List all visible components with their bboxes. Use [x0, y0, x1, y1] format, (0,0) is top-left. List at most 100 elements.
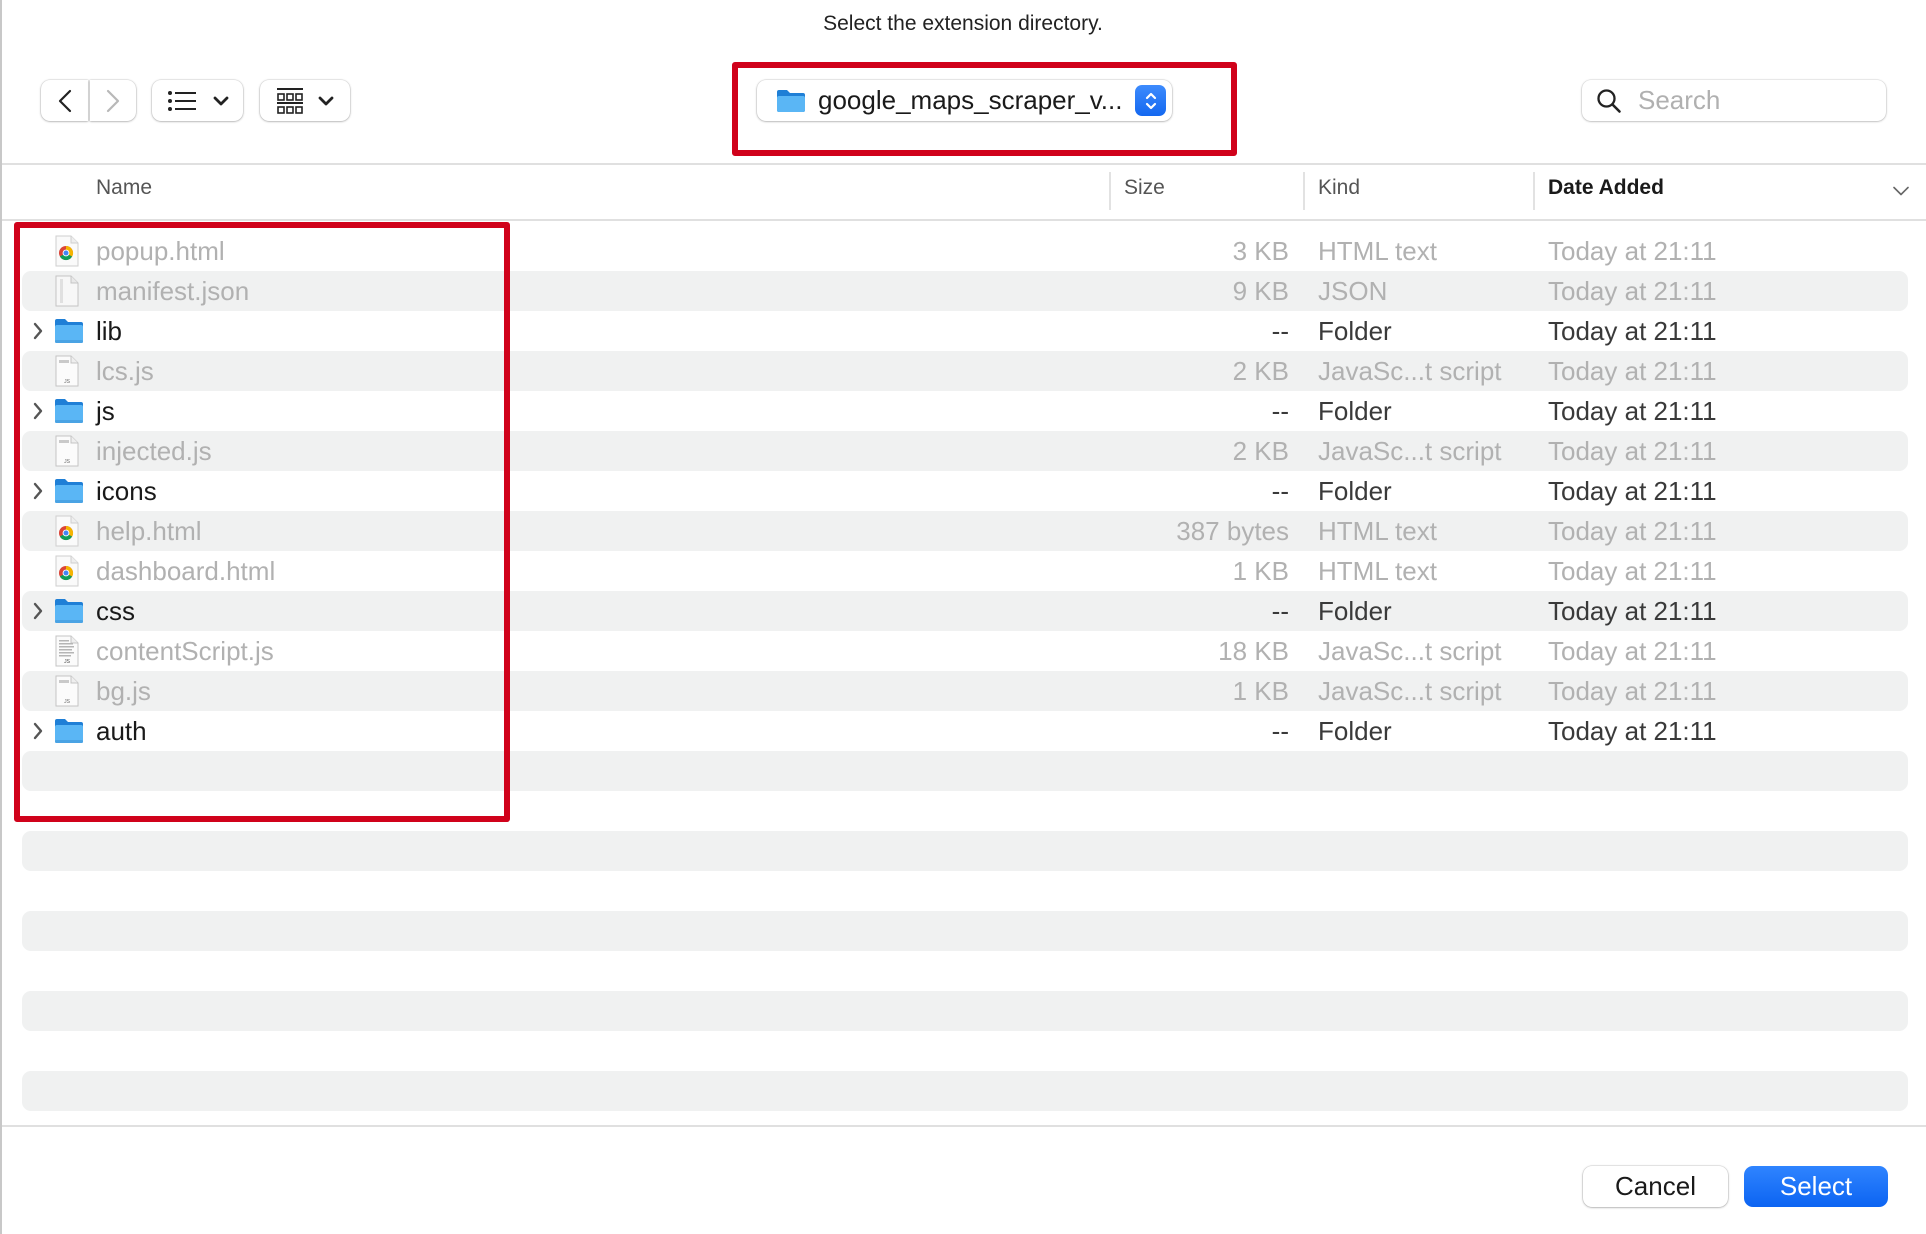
location-popup[interactable]: google_maps_scraper_v...	[757, 80, 1172, 121]
search-input[interactable]	[1636, 84, 1870, 117]
file-name: js	[96, 396, 115, 426]
js-file-icon: JS	[54, 351, 84, 391]
column-header-size[interactable]: Size	[1124, 176, 1165, 200]
disclosure-chevron-icon[interactable]	[32, 591, 50, 631]
empty-row	[22, 831, 1908, 871]
folder-row[interactable]: auth -- Folder Today at 21:11	[22, 711, 1908, 751]
file-date-added: Today at 21:11	[1548, 516, 1717, 546]
column-header-kind[interactable]: Kind	[1318, 176, 1360, 200]
file-date-added: Today at 21:11	[1548, 596, 1717, 626]
popup-stepper-icon	[1135, 85, 1166, 116]
file-row[interactable]: help.html 387 bytes HTML text Today at 21:1…	[22, 511, 1908, 551]
folder-icon	[54, 591, 84, 631]
file-size: 3 KB	[1232, 236, 1289, 266]
search-icon	[1597, 88, 1621, 113]
file-name: help.html	[96, 516, 202, 546]
forward-button[interactable]	[90, 80, 136, 121]
file-date-added: Today at 21:11	[1548, 316, 1717, 346]
file-kind: HTML text	[1318, 236, 1437, 266]
empty-row	[22, 951, 1908, 991]
file-size: 18 KB	[1218, 636, 1289, 666]
folder-row[interactable]: css -- Folder Today at 21:11	[22, 591, 1908, 631]
file-name: injected.js	[96, 436, 212, 466]
file-name: dashboard.html	[96, 556, 276, 586]
folder-icon	[54, 391, 84, 431]
file-kind: Folder	[1318, 596, 1392, 626]
location-label: google_maps_scraper_v...	[818, 85, 1123, 115]
file-row[interactable]: dashboard.html 1 KB HTML text Today at 21:1…	[22, 551, 1908, 591]
chrome-html-file-icon	[54, 551, 84, 591]
file-date-added: Today at 21:11	[1548, 356, 1717, 386]
disclosure-chevron-icon[interactable]	[32, 391, 50, 431]
folder-row[interactable]: js -- Folder Today at 21:11	[22, 391, 1908, 431]
file-date-added: Today at 21:11	[1548, 716, 1717, 746]
file-date-added: Today at 21:11	[1548, 636, 1717, 666]
json-file-icon	[54, 271, 84, 311]
svg-text:JS: JS	[64, 459, 71, 465]
file-name: lcs.js	[96, 356, 154, 386]
group-button[interactable]	[260, 80, 350, 121]
file-row[interactable]: JS bg.js 1 KB JavaSc...t script Today at 21:…	[22, 671, 1908, 711]
file-row[interactable]: manifest.json 9 KB JSON Today at 21:11	[22, 271, 1908, 311]
file-size: 387 bytes	[1176, 516, 1289, 546]
file-size: --	[1271, 396, 1289, 426]
file-name: auth	[96, 716, 147, 746]
svg-text:JS: JS	[64, 699, 71, 705]
folder-row[interactable]: lib -- Folder Today at 21:11	[22, 311, 1908, 351]
chrome-html-file-icon	[54, 511, 84, 551]
sort-descending-icon[interactable]	[1893, 186, 1909, 196]
column-separator[interactable]	[1303, 172, 1305, 210]
view-mode-button[interactable]	[152, 80, 243, 121]
file-date-added: Today at 21:11	[1548, 436, 1717, 466]
file-kind: Folder	[1318, 316, 1392, 346]
file-size: --	[1271, 596, 1289, 626]
column-separator[interactable]	[1533, 172, 1535, 210]
search-field[interactable]	[1582, 80, 1886, 121]
file-row[interactable]: JS lcs.js 2 KB JavaSc...t script Today at 21…	[22, 351, 1908, 391]
chrome-html-file-icon	[54, 231, 84, 271]
disclosure-chevron-icon[interactable]	[32, 311, 50, 351]
column-header-name[interactable]: Name	[96, 176, 152, 200]
empty-row	[22, 911, 1908, 951]
file-date-added: Today at 21:11	[1548, 476, 1717, 506]
file-row[interactable]: JS injected.js 2 KB JavaSc...t script Today …	[22, 431, 1908, 471]
folder-row[interactable]: icons -- Folder Today at 21:11	[22, 471, 1908, 511]
svg-text:JS: JS	[64, 659, 71, 665]
file-size: --	[1271, 476, 1289, 506]
empty-row	[22, 871, 1908, 911]
js-file-icon: JS	[54, 671, 84, 711]
list-view-icon	[167, 90, 196, 111]
file-name: icons	[96, 476, 157, 506]
file-kind: Folder	[1318, 716, 1392, 746]
file-kind: JavaSc...t script	[1318, 676, 1502, 706]
disclosure-chevron-icon[interactable]	[32, 711, 50, 751]
file-name: popup.html	[96, 236, 225, 266]
folder-icon	[54, 311, 84, 351]
file-kind: HTML text	[1318, 516, 1437, 546]
file-size: 2 KB	[1232, 356, 1289, 386]
file-kind: JavaSc...t script	[1318, 436, 1502, 466]
disclosure-chevron-icon[interactable]	[32, 471, 50, 511]
back-button[interactable]	[41, 80, 88, 121]
group-grid-icon	[277, 87, 303, 114]
chevron-right-icon	[106, 89, 120, 112]
toolbar-divider	[2, 163, 1926, 165]
file-date-added: Today at 21:11	[1548, 276, 1717, 306]
file-size: 9 KB	[1232, 276, 1289, 306]
file-date-added: Today at 21:11	[1548, 236, 1717, 266]
cancel-button[interactable]: Cancel	[1583, 1166, 1728, 1207]
file-date-added: Today at 21:11	[1548, 556, 1717, 586]
file-name: manifest.json	[96, 276, 250, 306]
empty-row	[22, 791, 1908, 831]
file-row[interactable]: JS contentScript.js 18 KB JavaSc...t script…	[22, 631, 1908, 671]
column-header-date-added[interactable]: Date Added	[1548, 176, 1664, 200]
select-button[interactable]: Select	[1744, 1166, 1888, 1207]
column-separator[interactable]	[1109, 172, 1111, 210]
file-kind: JavaSc...t script	[1318, 636, 1502, 666]
file-row[interactable]: popup.html 3 KB HTML text Today at 21:11	[22, 231, 1908, 271]
empty-row	[22, 751, 1908, 791]
window-edge	[0, 0, 2, 1234]
empty-row	[22, 1031, 1908, 1071]
folder-icon	[54, 471, 84, 511]
svg-text:JS: JS	[64, 379, 71, 385]
